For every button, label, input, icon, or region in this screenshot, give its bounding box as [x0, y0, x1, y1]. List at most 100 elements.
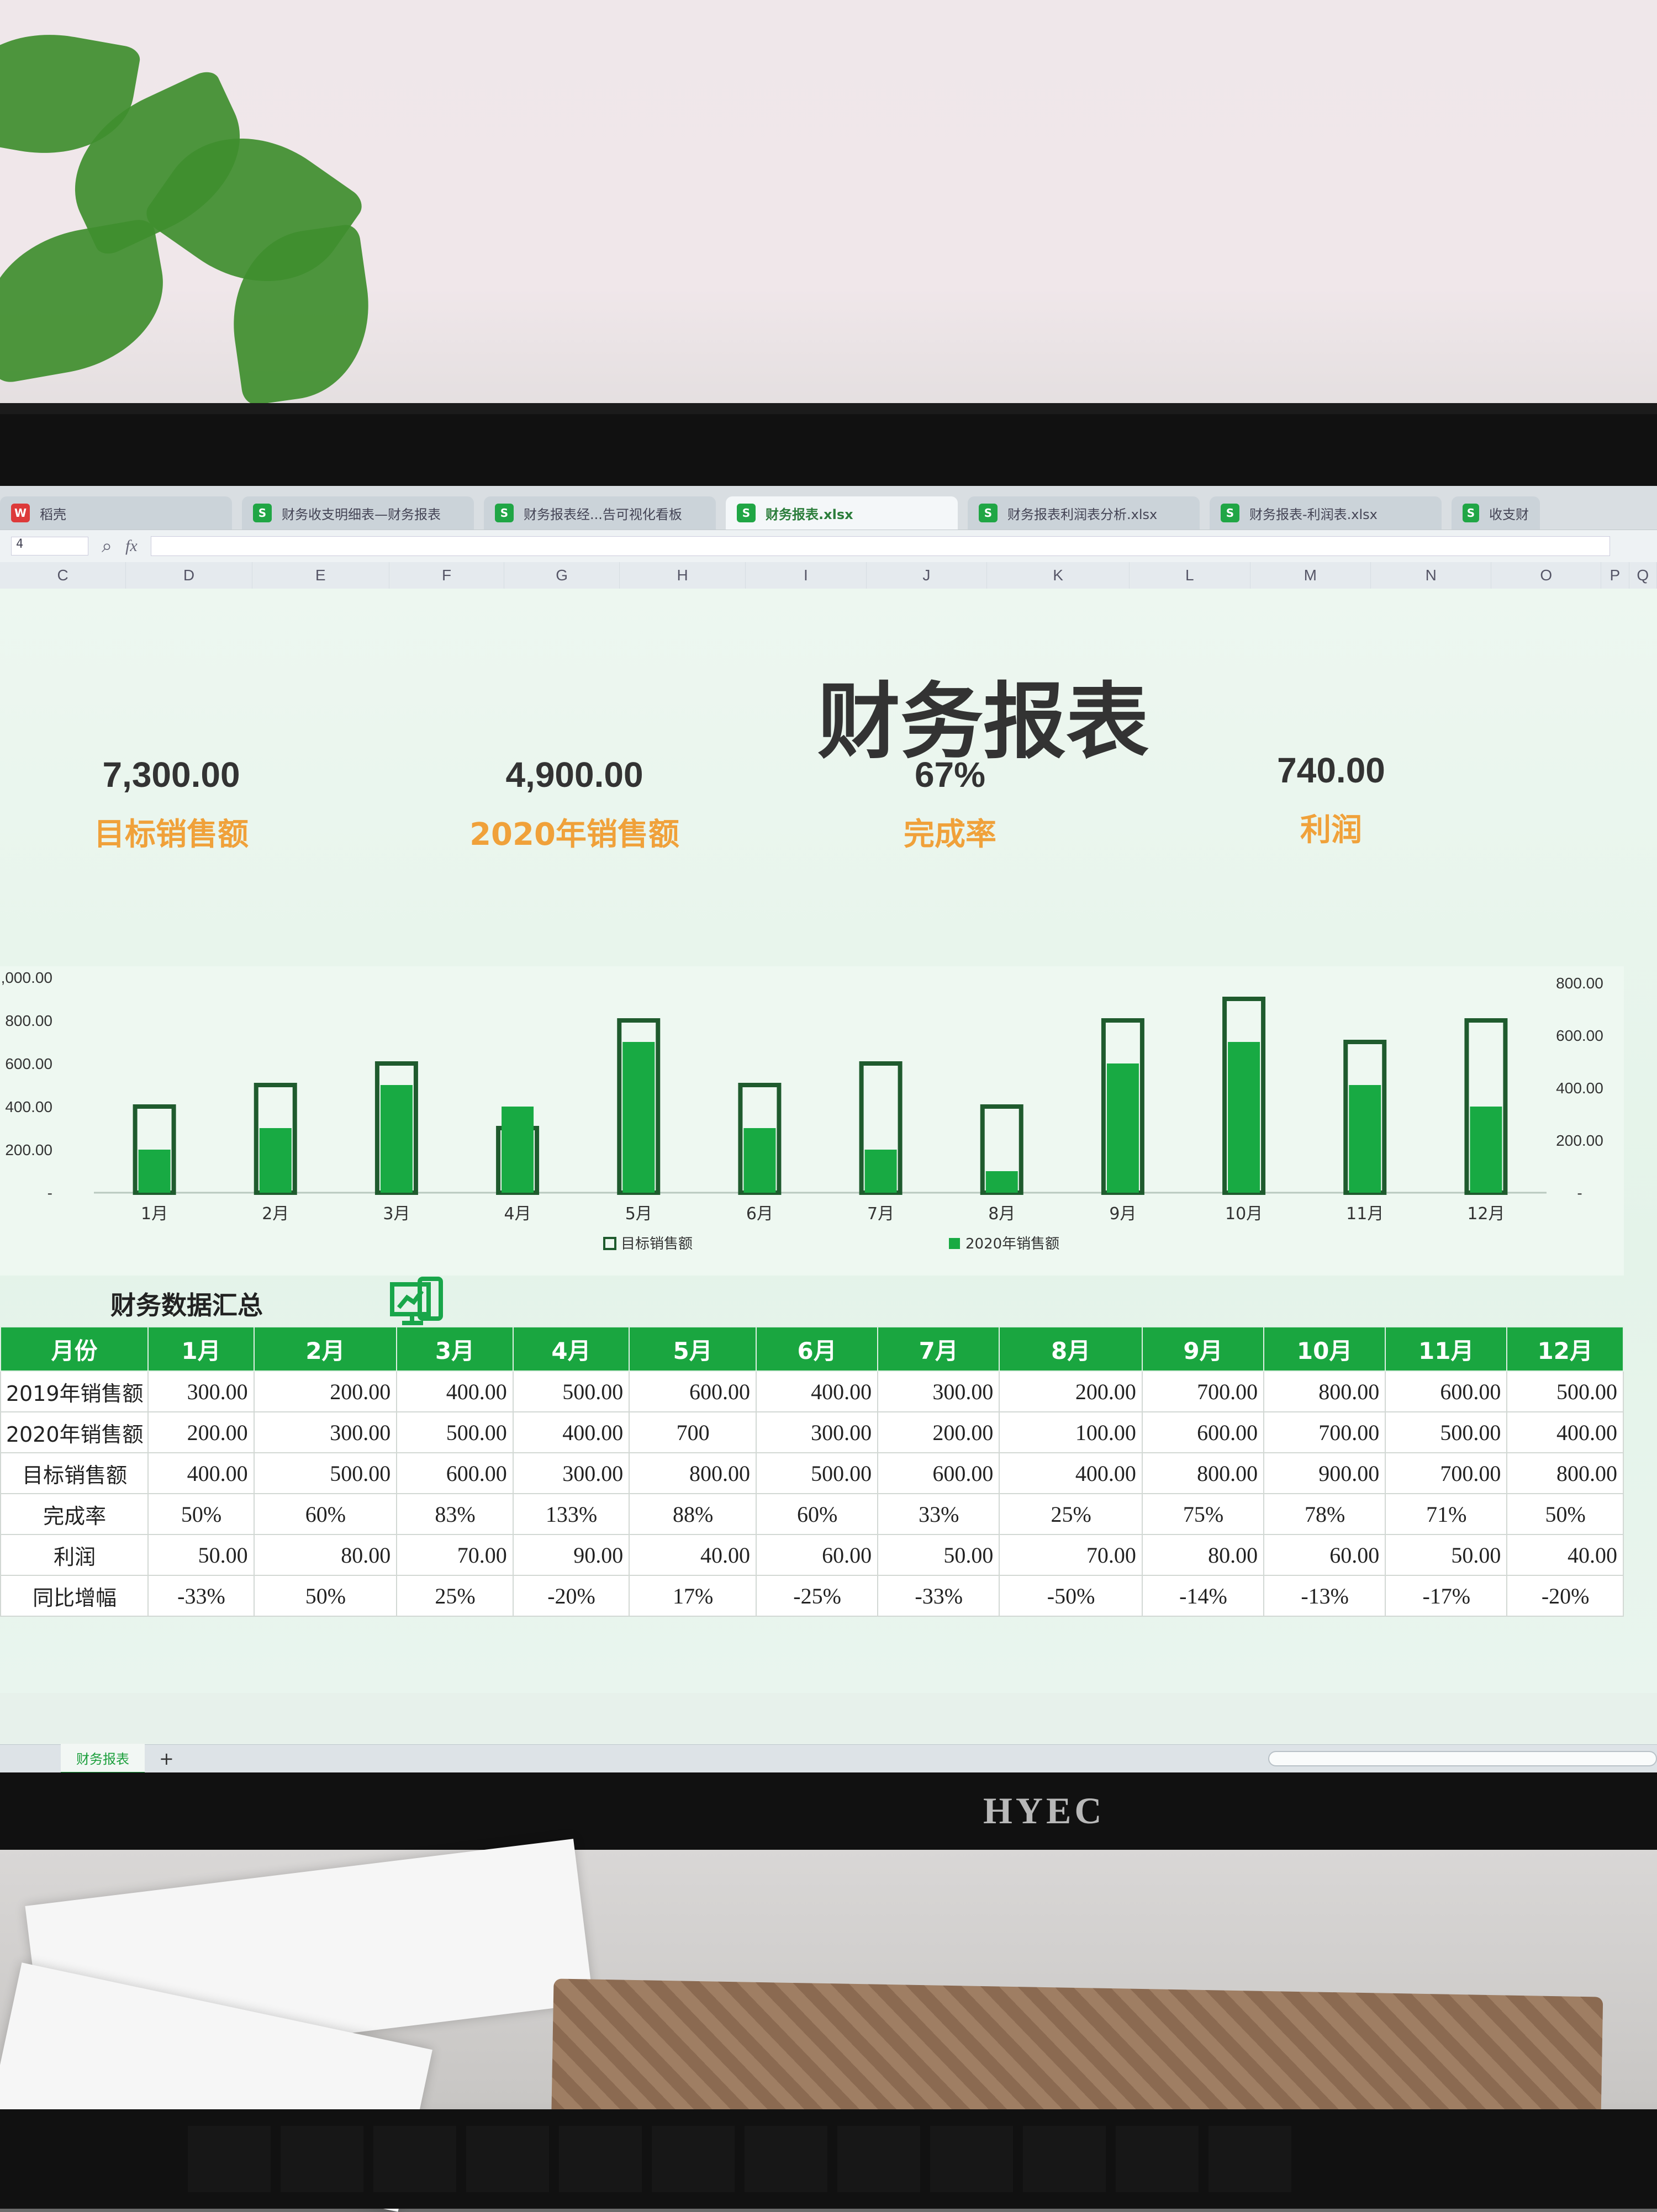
- table-cell[interactable]: 70.00: [999, 1534, 1143, 1576]
- column-header[interactable]: K: [987, 562, 1130, 589]
- table-cell[interactable]: 75%: [1141, 1493, 1265, 1535]
- table-cell[interactable]: 50%: [147, 1493, 255, 1535]
- table-cell[interactable]: -13%: [1263, 1575, 1386, 1617]
- table-cell[interactable]: 133%: [512, 1493, 630, 1535]
- table-cell[interactable]: 200.00: [999, 1370, 1143, 1412]
- sheet-tab-finance-report[interactable]: 财务报表: [61, 1744, 145, 1772]
- table-cell[interactable]: 300.00: [147, 1370, 255, 1412]
- table-cell[interactable]: 500.00: [1385, 1411, 1508, 1453]
- table-cell[interactable]: 40.00: [1506, 1534, 1624, 1576]
- table-cell[interactable]: 80.00: [1141, 1534, 1265, 1576]
- table-row-label[interactable]: 2019年销售额: [0, 1370, 149, 1412]
- name-box[interactable]: 4: [11, 537, 88, 555]
- tab-finance-report[interactable]: S 财务报表.xlsx: [726, 496, 958, 530]
- table-cell[interactable]: 80.00: [253, 1534, 398, 1576]
- table-cell[interactable]: 500.00: [512, 1370, 630, 1412]
- table-cell[interactable]: -50%: [999, 1575, 1143, 1617]
- table-cell[interactable]: 400.00: [999, 1452, 1143, 1494]
- table-cell[interactable]: 300.00: [877, 1370, 1000, 1412]
- table-cell[interactable]: 200.00: [147, 1411, 255, 1453]
- table-row-label[interactable]: 利润: [0, 1534, 149, 1576]
- table-cell[interactable]: 600.00: [1141, 1411, 1265, 1453]
- table-cell[interactable]: 400.00: [1506, 1411, 1624, 1453]
- add-sheet-button[interactable]: +: [159, 1748, 174, 1769]
- table-cell[interactable]: 60%: [253, 1493, 398, 1535]
- table-cell[interactable]: 70.00: [396, 1534, 514, 1576]
- column-header[interactable]: F: [389, 562, 505, 589]
- table-cell[interactable]: 200.00: [253, 1370, 398, 1412]
- tab-finance-detail[interactable]: S 财务收支明细表—财务报表: [242, 496, 474, 530]
- table-cell[interactable]: 50%: [253, 1575, 398, 1617]
- table-cell[interactable]: -25%: [756, 1575, 879, 1617]
- tab-daoke[interactable]: W 稻壳: [0, 496, 232, 530]
- column-header[interactable]: Q: [1629, 562, 1657, 589]
- table-cell[interactable]: 300.00: [253, 1411, 398, 1453]
- column-header[interactable]: C: [0, 562, 126, 589]
- table-cell[interactable]: 100.00: [999, 1411, 1143, 1453]
- column-header[interactable]: O: [1491, 562, 1602, 589]
- table-cell[interactable]: -20%: [1506, 1575, 1624, 1617]
- table-cell[interactable]: 60.00: [756, 1534, 879, 1576]
- table-cell[interactable]: 33%: [877, 1493, 1000, 1535]
- table-cell[interactable]: 600.00: [396, 1452, 514, 1494]
- table-cell[interactable]: 50.00: [877, 1534, 1000, 1576]
- table-cell[interactable]: 600.00: [629, 1370, 757, 1412]
- table-cell[interactable]: 60.00: [1263, 1534, 1386, 1576]
- column-header[interactable]: H: [620, 562, 746, 589]
- table-cell[interactable]: 90.00: [512, 1534, 630, 1576]
- column-header[interactable]: E: [252, 562, 389, 589]
- table-cell[interactable]: 50.00: [1385, 1534, 1508, 1576]
- tab-income-expense[interactable]: S 收支财: [1452, 496, 1540, 530]
- table-cell[interactable]: 40.00: [629, 1534, 757, 1576]
- table-cell[interactable]: 200.00: [877, 1411, 1000, 1453]
- table-cell[interactable]: 300.00: [512, 1452, 630, 1494]
- table-cell[interactable]: 400.00: [756, 1370, 879, 1412]
- formula-bar[interactable]: [150, 536, 1610, 556]
- table-cell[interactable]: 50%: [1506, 1493, 1624, 1535]
- table-cell[interactable]: 60%: [756, 1493, 879, 1535]
- table-cell[interactable]: 800.00: [1141, 1452, 1265, 1494]
- column-header[interactable]: D: [126, 562, 252, 589]
- table-cell[interactable]: 800.00: [629, 1452, 757, 1494]
- table-cell[interactable]: 400.00: [512, 1411, 630, 1453]
- column-header[interactable]: I: [746, 562, 867, 589]
- table-cell[interactable]: 600.00: [877, 1452, 1000, 1494]
- zoom-icon[interactable]: ⌕: [102, 535, 112, 557]
- table-cell[interactable]: -14%: [1141, 1575, 1265, 1617]
- table-cell[interactable]: 71%: [1385, 1493, 1508, 1535]
- table-row-label[interactable]: 目标销售额: [0, 1452, 149, 1494]
- table-cell[interactable]: 700: [629, 1411, 757, 1453]
- column-header[interactable]: M: [1250, 562, 1371, 589]
- table-cell[interactable]: 17%: [629, 1575, 757, 1617]
- table-cell[interactable]: 25%: [999, 1493, 1143, 1535]
- table-cell[interactable]: 700.00: [1141, 1370, 1265, 1412]
- column-header[interactable]: G: [504, 562, 620, 589]
- table-cell[interactable]: 300.00: [756, 1411, 879, 1453]
- table-cell[interactable]: 800.00: [1263, 1370, 1386, 1412]
- table-cell[interactable]: 88%: [629, 1493, 757, 1535]
- table-cell[interactable]: 900.00: [1263, 1452, 1386, 1494]
- table-cell[interactable]: 500.00: [756, 1452, 879, 1494]
- column-header[interactable]: L: [1130, 562, 1250, 589]
- column-header[interactable]: N: [1371, 562, 1492, 589]
- table-cell[interactable]: 700.00: [1385, 1452, 1508, 1494]
- table-cell[interactable]: -17%: [1385, 1575, 1508, 1617]
- table-cell[interactable]: 400.00: [147, 1452, 255, 1494]
- table-cell[interactable]: 83%: [396, 1493, 514, 1535]
- table-cell[interactable]: -20%: [512, 1575, 630, 1617]
- column-header[interactable]: P: [1601, 562, 1629, 589]
- table-cell[interactable]: 400.00: [396, 1370, 514, 1412]
- table-cell[interactable]: 50.00: [147, 1534, 255, 1576]
- table-cell[interactable]: 500.00: [253, 1452, 398, 1494]
- table-row-label[interactable]: 完成率: [0, 1493, 149, 1535]
- fx-icon[interactable]: fx: [125, 537, 138, 555]
- tab-profit-statement[interactable]: S 财务报表-利润表.xlsx: [1210, 496, 1442, 530]
- tab-profit-analysis[interactable]: S 财务报表利润表分析.xlsx: [968, 496, 1200, 530]
- horizontal-scrollbar[interactable]: [1268, 1751, 1657, 1766]
- table-cell[interactable]: 800.00: [1506, 1452, 1624, 1494]
- table-cell[interactable]: -33%: [877, 1575, 1000, 1617]
- tab-finance-dashboard[interactable]: S 财务报表经...告可视化看板: [484, 496, 716, 530]
- table-row-label[interactable]: 2020年销售额: [0, 1411, 149, 1453]
- table-cell[interactable]: 600.00: [1385, 1370, 1508, 1412]
- table-row-label[interactable]: 同比增幅: [0, 1575, 149, 1617]
